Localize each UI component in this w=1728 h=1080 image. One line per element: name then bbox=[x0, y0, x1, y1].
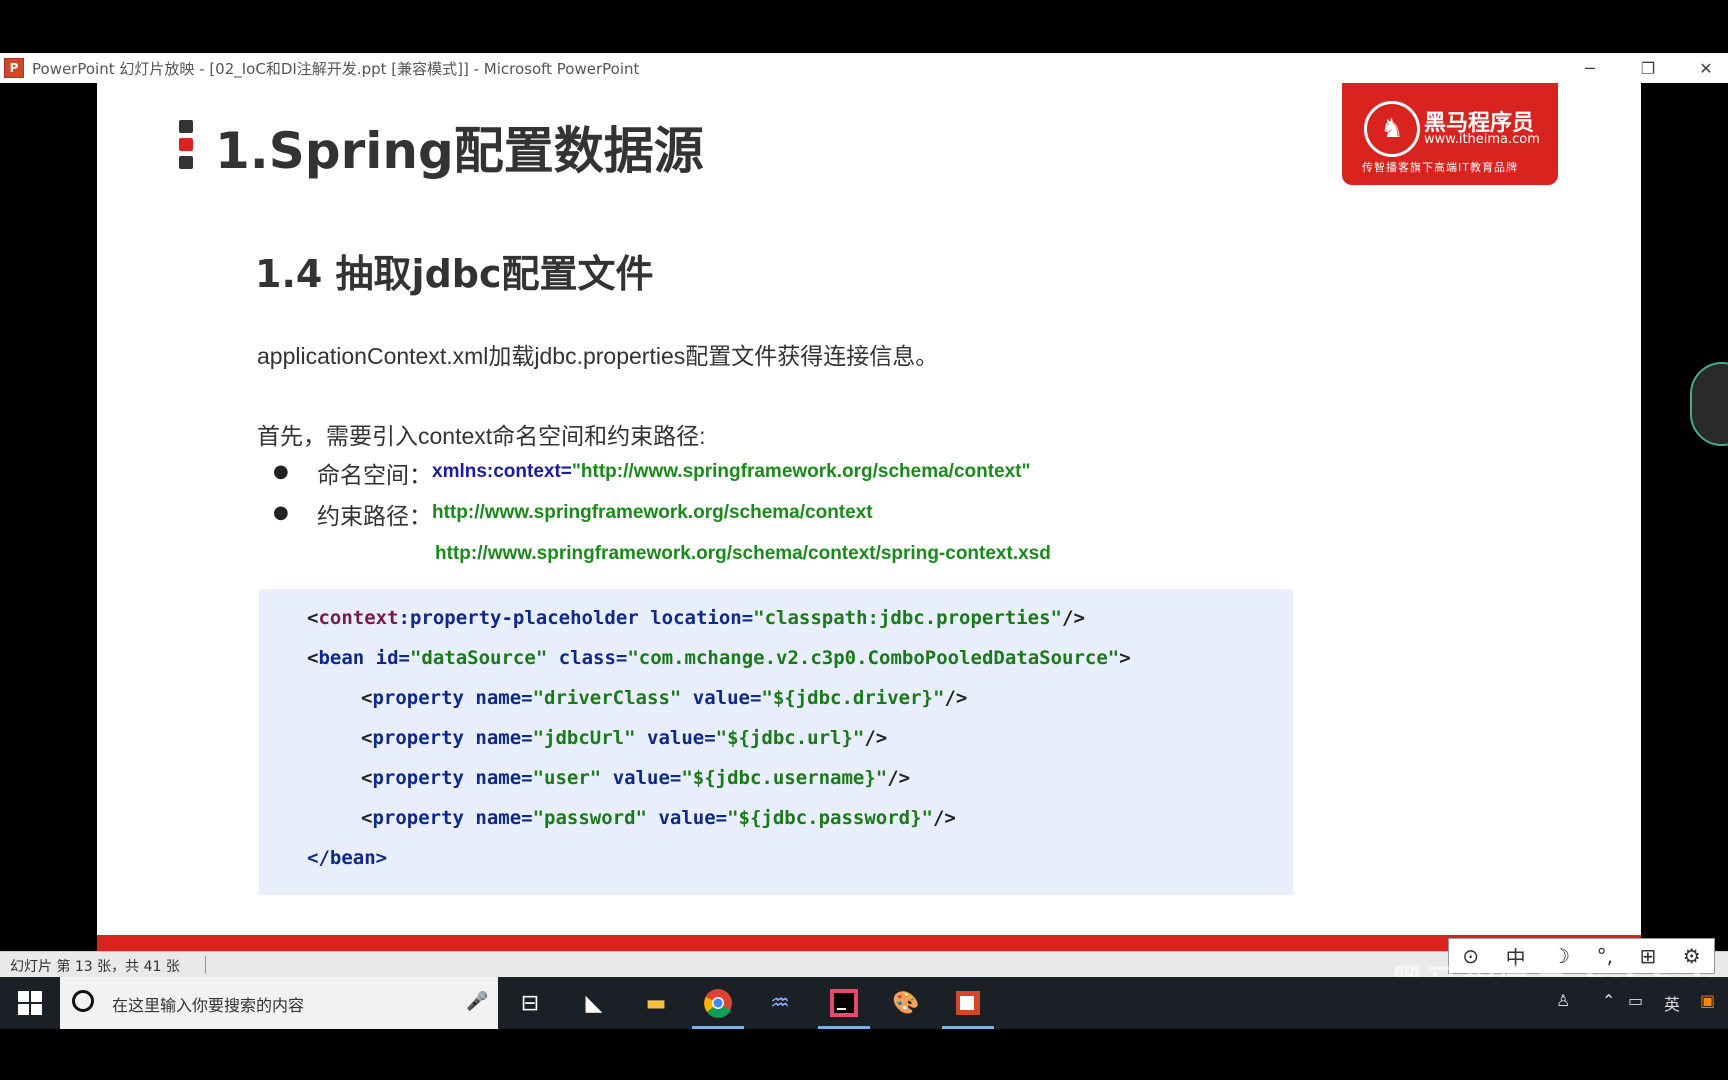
microphone-icon[interactable]: 🎤 bbox=[466, 991, 488, 1012]
schema-xsd-url: http://www.springframework.org/schema/co… bbox=[435, 543, 1051, 564]
windows-start-icon[interactable] bbox=[18, 991, 42, 1015]
paint-icon[interactable]: 🎨 bbox=[888, 985, 924, 1021]
notification-icon[interactable]: ▣ bbox=[1700, 991, 1715, 1010]
minimize-button[interactable]: ─ bbox=[1570, 53, 1610, 83]
cortana-icon[interactable] bbox=[72, 990, 94, 1012]
status-divider bbox=[205, 956, 206, 974]
app-blue-icon[interactable]: ◣ bbox=[576, 985, 612, 1021]
namespace-keyword: xmlns:context= bbox=[432, 461, 572, 482]
code-line-property: <property name="password" value="${jdbc.… bbox=[361, 807, 956, 829]
restore-button[interactable]: ❐ bbox=[1628, 53, 1668, 83]
logo-tagline: 传智播客旗下高端IT教育品牌 bbox=[1362, 161, 1518, 174]
namespace-value: "http://www.springframework.org/schema/c… bbox=[571, 461, 1031, 482]
logo-url: www.itheima.com bbox=[1424, 132, 1540, 147]
slide-counter: 幻灯片 第 13 张，共 41 张 bbox=[10, 959, 180, 975]
close-button[interactable]: ✕ bbox=[1686, 53, 1726, 83]
taskbar-search[interactable]: 在这里输入你要搜索的内容 🎤 bbox=[60, 977, 498, 1029]
code-line-property: <property name="jdbcUrl" value="${jdbc.u… bbox=[361, 727, 888, 749]
schema-location-url: http://www.springframework.org/schema/co… bbox=[432, 502, 873, 523]
bullet-label: 命名空间： bbox=[317, 462, 432, 488]
window-titlebar: P PowerPoint 幻灯片放映 - [02_IoC和DI注解开发.ppt … bbox=[0, 53, 1728, 83]
chevron-up-icon[interactable]: ⌃ bbox=[1602, 991, 1615, 1010]
powerpoint-app-icon: P bbox=[4, 58, 24, 78]
section-subtitle: 1.4 抽取jdbc配置文件 bbox=[255, 252, 654, 296]
brand-logo: ♞ 黑马程序员 www.itheima.com 传智播客旗下高端IT教育品牌 bbox=[1342, 83, 1558, 185]
code-block: <context:property-placeholder location="… bbox=[259, 589, 1293, 895]
task-view-icon[interactable]: ⊟ bbox=[512, 985, 548, 1021]
horse-logo-icon: ♞ bbox=[1364, 101, 1420, 157]
file-explorer-icon[interactable]: ▬ bbox=[638, 985, 674, 1021]
bullet-label: 约束路径： bbox=[317, 503, 432, 529]
intellij-icon[interactable] bbox=[818, 985, 870, 1029]
ime-language-indicator[interactable]: 英 bbox=[1664, 991, 1680, 1015]
chrome-icon[interactable] bbox=[692, 985, 744, 1029]
bullet-dot-icon: ● bbox=[273, 502, 289, 523]
bullet-dot-icon: ● bbox=[273, 461, 289, 482]
code-line-placeholder: <context:property-placeholder location="… bbox=[307, 607, 1085, 629]
slide-footer-bar bbox=[97, 935, 1641, 951]
search-input[interactable]: 在这里输入你要搜索的内容 bbox=[112, 992, 304, 1016]
window-title: PowerPoint 幻灯片放映 - [02_IoC和DI注解开发.ppt [兼… bbox=[32, 59, 640, 78]
slide[interactable]: 1.Spring配置数据源 ♞ 黑马程序员 www.itheima.com 传智… bbox=[97, 83, 1641, 950]
intro-text: applicationContext.xml加载jdbc.properties配… bbox=[257, 343, 939, 369]
code-line-close: </bean> bbox=[307, 847, 388, 869]
code-line-bean: <bean id="dataSource" class="com.mchange… bbox=[307, 647, 1131, 669]
slide-title: 1.Spring配置数据源 bbox=[215, 122, 704, 180]
network-icon[interactable]: ▭ bbox=[1628, 991, 1643, 1010]
chat-bubble-icon[interactable] bbox=[1690, 362, 1728, 446]
namespace-url: xmlns:context="http://www.springframewor… bbox=[432, 461, 1031, 483]
code-line-property: <property name="user" value="${jdbc.user… bbox=[361, 767, 911, 789]
powerpoint-taskbar-icon[interactable] bbox=[942, 985, 994, 1029]
taskbar: 在这里输入你要搜索的内容 🎤 ⊟ ◣ ▬ ♒ 🎨 ♙ ⌃ ▭ 英 ▣ bbox=[0, 977, 1728, 1029]
people-icon[interactable]: ♙ bbox=[1556, 991, 1570, 1010]
title-bullet-mark bbox=[179, 120, 193, 174]
first-step-text: 首先，需要引入context命名空间和约束路径: bbox=[257, 423, 706, 449]
code-line-property: <property name="driverClass" value="${jd… bbox=[361, 687, 968, 709]
dolphin-app-icon[interactable]: ♒ bbox=[762, 985, 798, 1021]
